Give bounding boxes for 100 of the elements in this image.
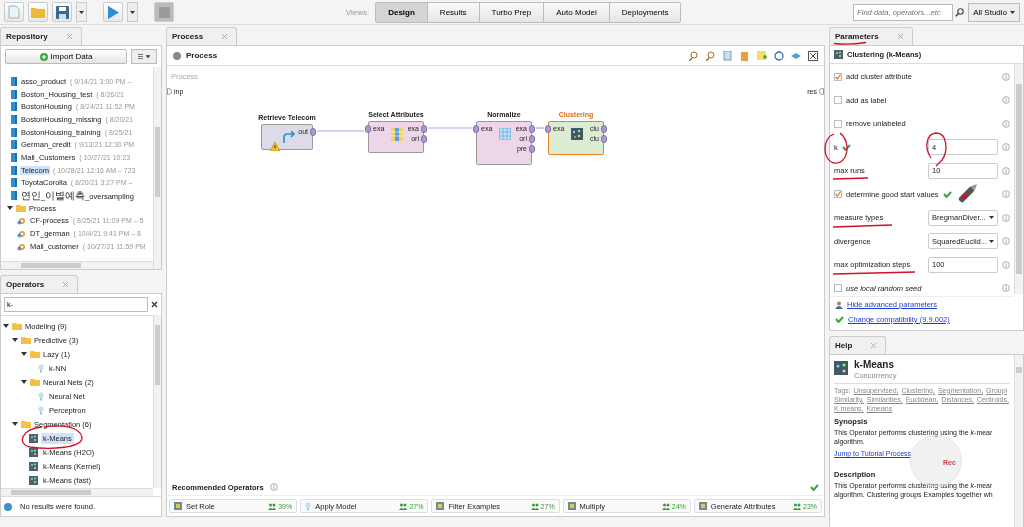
clear-icon[interactable] xyxy=(151,301,158,308)
info-icon xyxy=(1002,237,1010,246)
panel-tab[interactable]: Operators xyxy=(0,275,79,293)
grid-icon xyxy=(499,128,511,140)
studio-menu[interactable]: All Studio xyxy=(968,2,1020,22)
info-icon xyxy=(1002,72,1010,81)
info-icon xyxy=(1002,190,1010,199)
zoom-out-icon[interactable] xyxy=(706,50,716,61)
gear-icon xyxy=(17,229,26,239)
scrollbar-thumb[interactable] xyxy=(11,490,91,495)
result-port[interactable] xyxy=(819,88,824,95)
dropdown-button[interactable] xyxy=(76,2,87,22)
input-port[interactable] xyxy=(365,125,371,133)
gear-icon xyxy=(17,241,26,251)
checkbox[interactable] xyxy=(834,284,842,293)
checkbox[interactable] xyxy=(834,190,842,199)
breadcrumb[interactable]: Process xyxy=(186,51,218,60)
note-icon[interactable] xyxy=(757,50,767,61)
scrollbar-thumb[interactable] xyxy=(155,325,160,385)
run-button[interactable] xyxy=(103,2,123,22)
retrieve-arrow-icon xyxy=(282,131,296,144)
caret-icon xyxy=(989,216,994,220)
globe-icon xyxy=(4,502,12,511)
clipboard-icon[interactable] xyxy=(740,50,750,61)
data-table-icon xyxy=(11,178,17,188)
expand-arrow-icon[interactable] xyxy=(21,379,27,385)
scrollbar-thumb[interactable] xyxy=(1016,84,1022,274)
expand-arrow-icon[interactable] xyxy=(12,421,18,427)
zoom-in-icon[interactable] xyxy=(689,50,699,61)
expand-arrow-icon[interactable] xyxy=(12,337,18,343)
checkbox[interactable] xyxy=(834,96,842,105)
cluster-icon xyxy=(571,128,583,140)
cluster-icon xyxy=(29,447,38,457)
lightbulb-icon xyxy=(38,363,44,373)
cluster-icon xyxy=(29,433,38,443)
data-table-icon xyxy=(11,140,17,150)
input-port[interactable] xyxy=(545,125,551,133)
view-tab[interactable]: Design xyxy=(376,2,428,22)
panel-tab[interactable]: Parameters xyxy=(829,27,913,45)
stop-button[interactable] xyxy=(154,2,174,22)
output-port[interactable] xyxy=(310,128,316,136)
people-icon xyxy=(399,502,408,510)
search-icon[interactable] xyxy=(955,7,965,17)
view-tab[interactable]: Results xyxy=(427,2,480,22)
check-icon xyxy=(810,483,819,491)
caret-icon xyxy=(1010,10,1015,14)
stop-icon xyxy=(158,6,170,18)
warning-icon xyxy=(270,142,280,151)
expand-arrow-icon[interactable] xyxy=(7,205,13,212)
people-icon xyxy=(530,502,539,510)
scrollbar-thumb[interactable] xyxy=(21,263,81,268)
menu-button[interactable] xyxy=(131,49,157,64)
data-table-icon xyxy=(11,102,17,112)
input-port[interactable] xyxy=(473,125,479,133)
folder-icon xyxy=(30,378,40,386)
info-icon xyxy=(269,483,278,491)
view-tab[interactable]: Auto Model xyxy=(544,2,610,22)
ink-underline xyxy=(833,41,867,45)
menu-icon xyxy=(138,54,150,59)
lightbulb-icon xyxy=(305,501,312,511)
cluster-icon xyxy=(834,50,843,59)
panel-tab[interactable]: Help xyxy=(829,336,887,354)
data-table-icon xyxy=(11,89,17,99)
info-icon xyxy=(1002,119,1010,128)
expand-arrow-icon[interactable] xyxy=(21,351,27,357)
panel-tab[interactable]: Repository xyxy=(0,27,82,45)
close-icon[interactable] xyxy=(896,33,904,40)
cluster-icon xyxy=(29,475,38,485)
folder-icon xyxy=(21,420,31,428)
lightbulb-icon xyxy=(38,391,44,401)
operator-icon xyxy=(436,502,445,510)
data-table-icon xyxy=(11,114,17,124)
info-icon xyxy=(1002,166,1010,175)
save-button[interactable] xyxy=(52,2,72,22)
scrollbar-thumb[interactable] xyxy=(155,127,160,197)
close-icon[interactable] xyxy=(62,281,70,288)
import-data-button[interactable]: Import Data xyxy=(5,49,127,64)
ink-underline xyxy=(832,224,893,228)
people-icon xyxy=(268,502,277,510)
close-icon[interactable] xyxy=(65,33,73,40)
checkbox[interactable] xyxy=(834,119,842,128)
info-icon xyxy=(1002,260,1010,269)
close-icon[interactable] xyxy=(870,342,878,349)
folder-icon xyxy=(16,204,26,213)
panel-tab[interactable]: Process xyxy=(166,27,238,45)
caret-icon xyxy=(989,239,995,243)
data-table-icon xyxy=(11,165,17,175)
close-icon[interactable] xyxy=(221,33,229,40)
fit-icon[interactable] xyxy=(808,50,818,61)
folder-icon xyxy=(31,6,45,18)
dropdown-button[interactable] xyxy=(127,2,138,22)
checkbox[interactable] xyxy=(834,72,842,81)
expand-arrow-icon[interactable] xyxy=(3,323,9,329)
view-tab[interactable]: Deployments xyxy=(609,2,681,22)
data-table-icon xyxy=(11,152,17,162)
people-icon xyxy=(793,502,801,510)
input-port[interactable] xyxy=(167,88,172,95)
document-icon[interactable] xyxy=(723,50,733,61)
scrollbar-thumb[interactable] xyxy=(1016,367,1022,373)
view-tab[interactable]: Turbo Prep xyxy=(479,2,545,22)
